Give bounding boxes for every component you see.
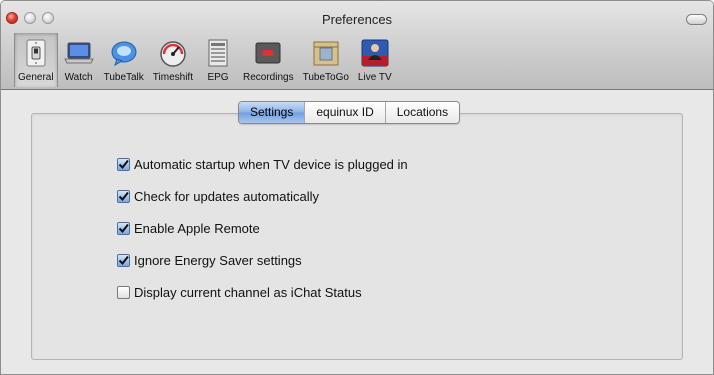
- option-energy-saver[interactable]: Ignore Energy Saver settings: [117, 252, 408, 268]
- checkbox-apple-remote[interactable]: [117, 221, 130, 235]
- option-ichat-status[interactable]: Display current channel as iChat Status: [117, 284, 408, 300]
- option-label: Enable Apple Remote: [134, 220, 260, 236]
- option-label: Display current channel as iChat Status: [134, 284, 362, 300]
- option-check-updates[interactable]: Check for updates automatically: [117, 188, 408, 204]
- laptop-icon: [63, 37, 95, 69]
- toolbar-toggle-button[interactable]: [686, 14, 707, 25]
- tab-locations[interactable]: Locations: [384, 102, 460, 123]
- box-icon: [310, 37, 342, 69]
- guide-list-icon: [202, 37, 234, 69]
- checkmark-icon: [118, 255, 129, 265]
- options-list: Automatic startup when TV device is plug…: [117, 156, 408, 316]
- toolbar-item-epg[interactable]: EPG: [202, 37, 234, 83]
- tab-equinux-id[interactable]: equinux ID: [304, 102, 385, 123]
- window-title: Preferences: [321, 12, 393, 27]
- preferences-window: Preferences General Watch TubeTalk Times…: [0, 0, 714, 375]
- gauge-icon: [157, 37, 189, 69]
- toolbar-label: TubeTalk: [103, 72, 144, 83]
- toolbar-item-watch[interactable]: Watch: [63, 37, 95, 83]
- checkmark-icon: [118, 191, 129, 201]
- toolbar-label: Recordings: [243, 72, 294, 83]
- preferences-toolbar: General Watch TubeTalk Timeshift EPG Rec…: [14, 33, 401, 87]
- checkbox-automatic-startup[interactable]: [117, 157, 130, 171]
- option-automatic-startup[interactable]: Automatic startup when TV device is plug…: [117, 156, 408, 172]
- toolbar-label: TubeToGo: [302, 72, 349, 83]
- option-label: Check for updates automatically: [134, 188, 319, 204]
- checkbox-ichat-status[interactable]: [117, 285, 130, 299]
- toolbar-item-live-tv[interactable]: Live TV: [358, 37, 392, 83]
- toolbar-item-tubetalk[interactable]: TubeTalk: [104, 37, 144, 83]
- switch-icon: [20, 37, 52, 69]
- checkmark-icon: [118, 159, 129, 169]
- tab-bar: Settings equinux ID Locations: [238, 101, 461, 124]
- toolbar-label: General: [18, 72, 54, 83]
- title-toolbar-area: Preferences General Watch TubeTalk Times…: [1, 1, 713, 90]
- toolbar-label: EPG: [207, 72, 229, 83]
- toolbar-item-timeshift[interactable]: Timeshift: [153, 37, 193, 83]
- option-label: Ignore Energy Saver settings: [134, 252, 302, 268]
- toolbar-label: Timeshift: [152, 72, 193, 83]
- option-label: Automatic startup when TV device is plug…: [134, 156, 408, 172]
- toolbar-label: Watch: [64, 72, 93, 83]
- checkbox-check-updates[interactable]: [117, 189, 130, 203]
- checkmark-icon: [118, 223, 129, 233]
- toolbar-item-recordings[interactable]: Recordings: [243, 37, 294, 83]
- toolbar-item-general[interactable]: General: [14, 33, 58, 87]
- tab-settings[interactable]: Settings: [239, 102, 305, 123]
- chat-bubble-icon: [108, 37, 140, 69]
- record-icon: [252, 37, 284, 69]
- presenter-icon: [359, 37, 391, 69]
- toolbar-label: Live TV: [357, 72, 392, 83]
- toolbar-item-tubetogo[interactable]: TubeToGo: [303, 37, 349, 83]
- option-apple-remote[interactable]: Enable Apple Remote: [117, 220, 408, 236]
- checkbox-energy-saver[interactable]: [117, 253, 130, 267]
